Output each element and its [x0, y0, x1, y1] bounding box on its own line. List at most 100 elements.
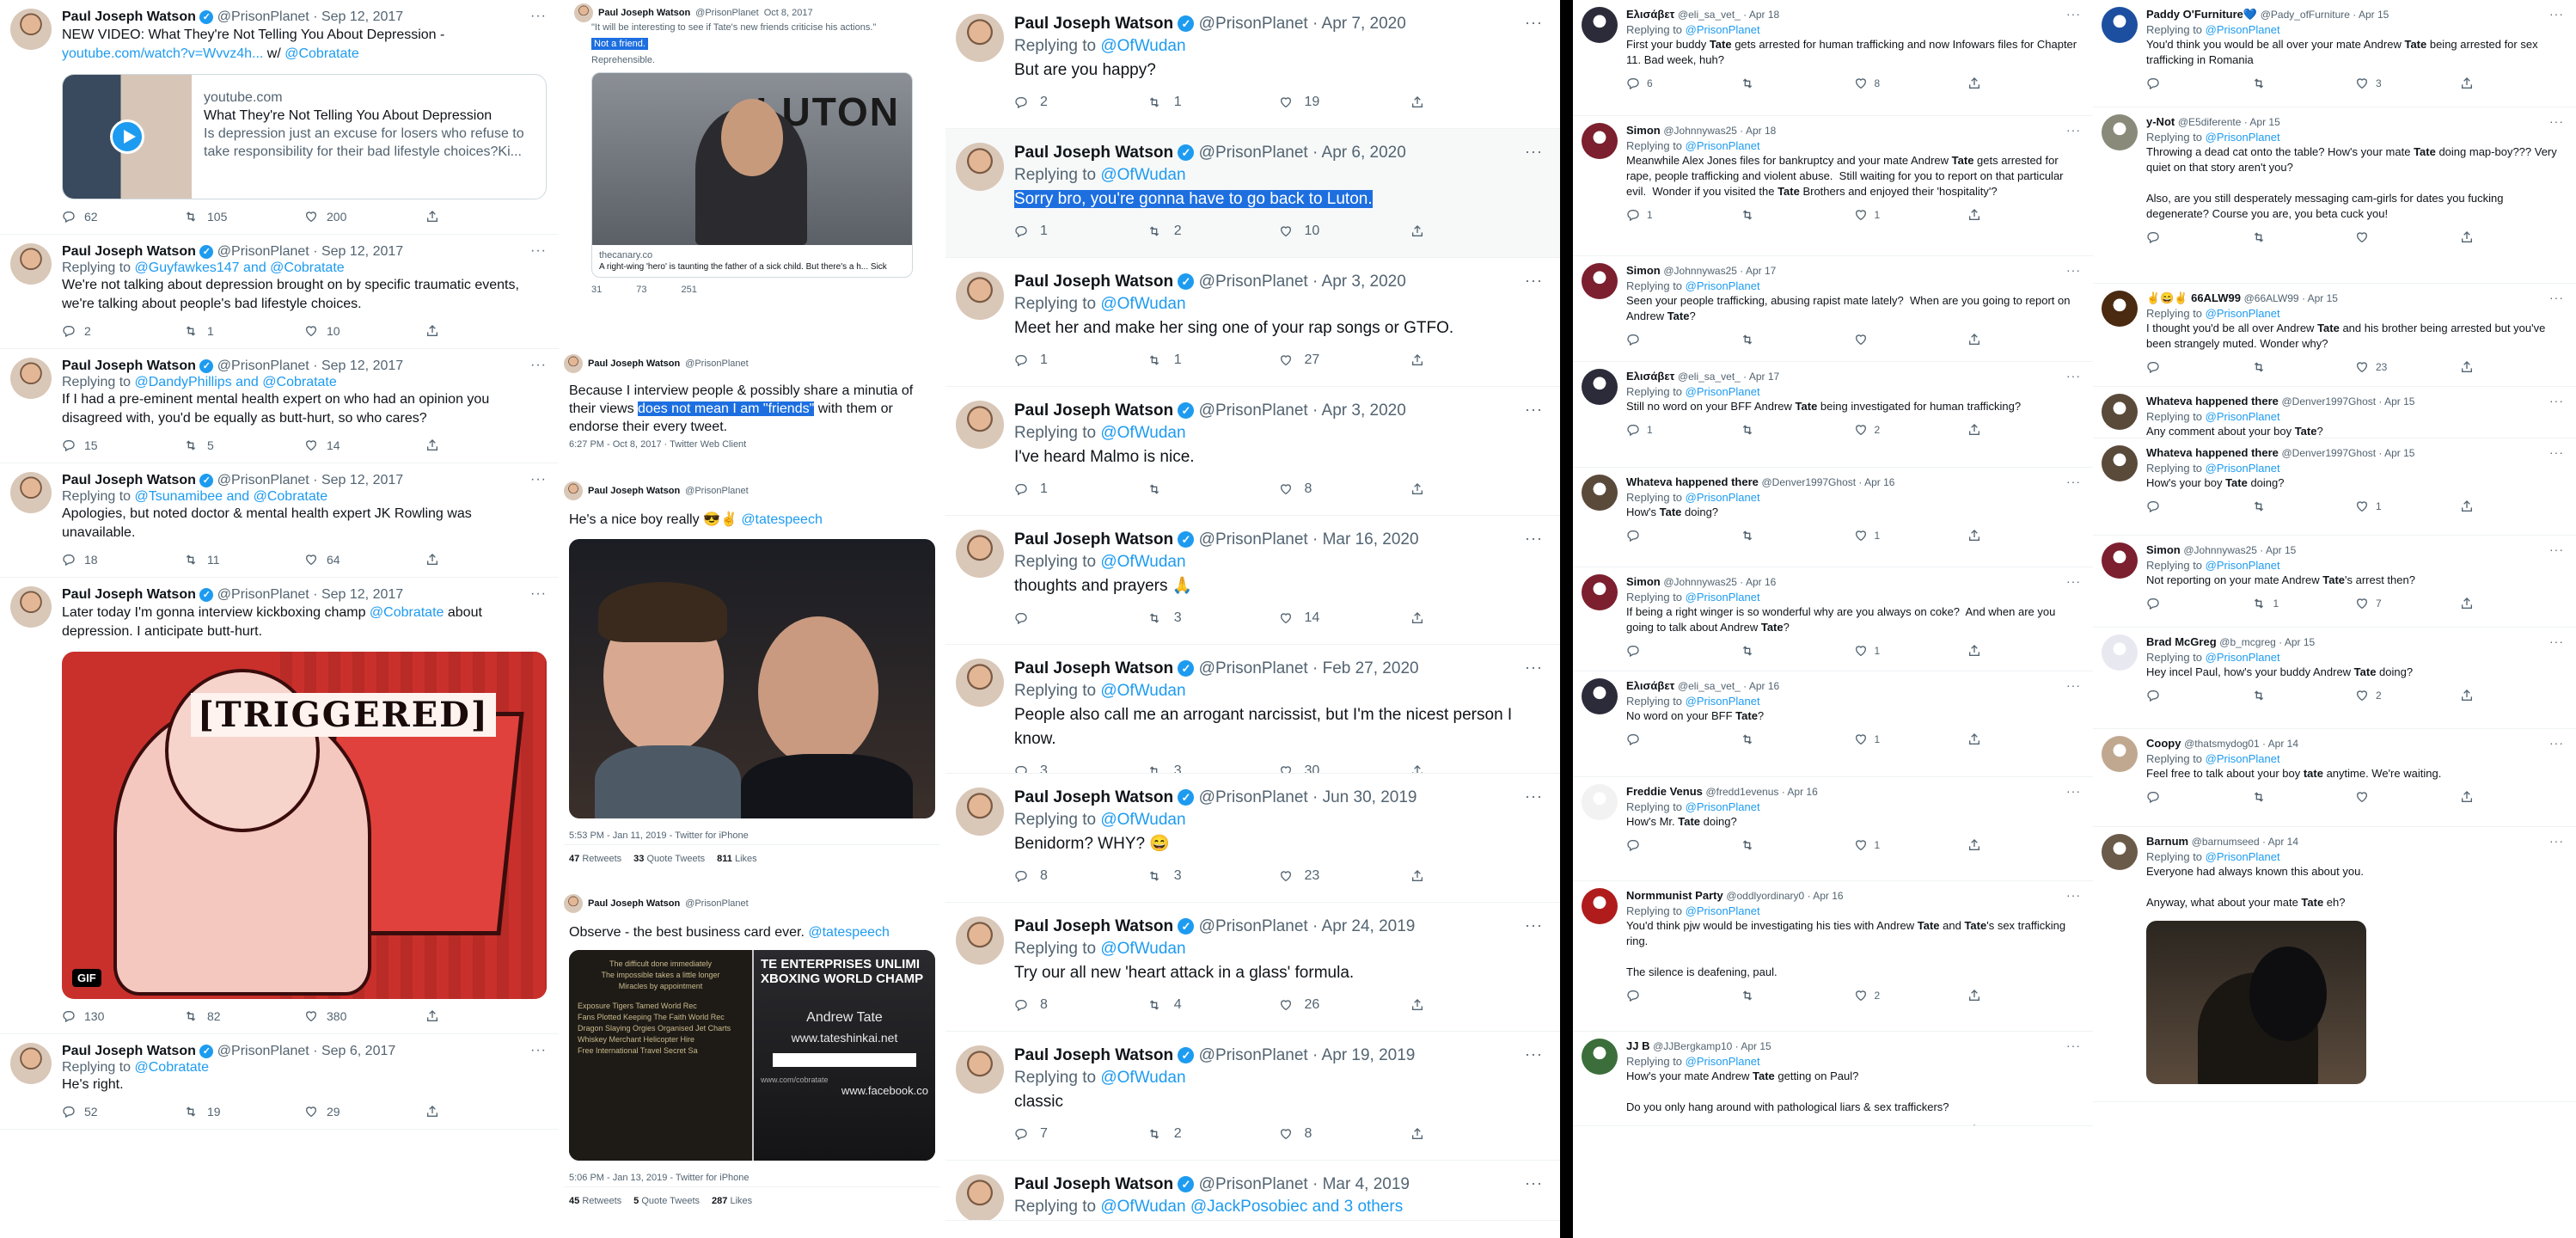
author-name[interactable]: Coopy [2146, 737, 2181, 750]
replying-to-handle[interactable]: @PrisonPlanet [2206, 850, 2280, 863]
more-options-icon[interactable]: ··· [1525, 143, 1543, 161]
avatar[interactable] [2102, 114, 2138, 150]
more-options-icon[interactable]: ··· [2066, 574, 2081, 588]
share-button[interactable] [1410, 998, 1543, 1012]
replying-to-handle[interactable]: @PrisonPlanet [1686, 1055, 1760, 1068]
retweet-button[interactable]: 105 [183, 210, 304, 224]
more-options-icon[interactable]: ··· [530, 243, 547, 259]
retweet-button[interactable]: 82 [183, 1009, 304, 1023]
tweet-date[interactable]: Apr 15 [2384, 395, 2414, 408]
like-button[interactable]: 14 [1279, 610, 1411, 626]
share-button[interactable] [425, 324, 547, 338]
retweet-button[interactable]: 2 [1147, 224, 1279, 239]
author-handle[interactable]: @PrisonPlanet [217, 359, 309, 373]
business-card-photo[interactable]: The difficult done immediately The impos… [569, 950, 935, 1161]
more-options-icon[interactable]: ··· [1525, 530, 1543, 548]
avatar[interactable] [10, 243, 52, 285]
avatar[interactable] [1582, 123, 1618, 159]
author-name[interactable]: Simon [1626, 124, 1661, 137]
author-name[interactable]: Paul Joseph Watson [62, 359, 196, 373]
author-name[interactable]: ✌😄✌ 66ALW99 [2146, 291, 2241, 304]
retweet-button[interactable] [2251, 77, 2356, 90]
arrest-photo[interactable] [2146, 921, 2366, 1084]
more-options-icon[interactable]: ··· [2549, 114, 2564, 128]
author-handle[interactable]: @PrisonPlanet [1199, 401, 1308, 420]
reply-button[interactable]: 7 [1014, 1126, 1147, 1142]
more-options-icon[interactable]: ··· [530, 1043, 547, 1058]
reply-button[interactable] [2146, 597, 2251, 610]
share-button[interactable] [425, 438, 547, 452]
author-handle[interactable]: @Johnnywas25 [1663, 576, 1737, 588]
tweet-date[interactable]: Apr 16 [1813, 890, 1843, 902]
avatar[interactable] [956, 401, 1004, 449]
author-name[interactable]: Paul Joseph Watson [1014, 1046, 1173, 1064]
author-name[interactable]: Paul Joseph Watson [1014, 1175, 1173, 1193]
retweet-button[interactable] [1740, 644, 1853, 658]
reply-button[interactable] [1626, 1124, 1740, 1125]
reply-button[interactable]: 1 [1014, 481, 1147, 497]
avatar[interactable] [574, 3, 593, 22]
tweet-date[interactable]: Apr 14 [2268, 738, 2298, 750]
author-handle[interactable]: @barnumseed [2192, 836, 2260, 848]
reply-button[interactable]: 18 [62, 553, 183, 567]
tweet-date[interactable]: Apr 15 [2384, 447, 2414, 459]
replying-to-handle[interactable]: @PrisonPlanet [2206, 410, 2280, 423]
avatar[interactable] [2102, 634, 2138, 671]
author-name[interactable]: Freddie Venus [1626, 785, 1703, 798]
mention-link[interactable]: @Cobratate [370, 605, 444, 620]
author-name[interactable]: Paul Joseph Watson [1014, 144, 1173, 162]
more-options-icon[interactable]: ··· [2066, 123, 2081, 137]
author-handle[interactable]: @PrisonPlanet [685, 486, 749, 496]
more-options-icon[interactable]: ··· [2066, 1039, 2081, 1052]
avatar[interactable] [1582, 678, 1618, 714]
avatar[interactable] [2102, 394, 2138, 430]
more-options-icon[interactable]: ··· [1525, 272, 1543, 290]
like-button[interactable]: 23 [1279, 868, 1411, 884]
like-button[interactable]: 26 [1279, 997, 1411, 1013]
replying-to-handle[interactable]: @PrisonPlanet [1686, 695, 1760, 708]
author-handle[interactable]: @eli_sa_vet_ [1678, 680, 1741, 692]
tweet-date[interactable]: Sep 12, 2017 [321, 587, 403, 602]
author-handle[interactable]: @JJBergkamp10 [1653, 1040, 1732, 1052]
like-button[interactable]: 27 [1279, 352, 1411, 368]
reply-button[interactable]: 62 [62, 210, 183, 224]
author-name[interactable]: Paul Joseph Watson [62, 1044, 196, 1058]
avatar[interactable] [10, 472, 52, 513]
like-button[interactable]: 380 [304, 1009, 425, 1023]
author-name[interactable]: Paul Joseph Watson [1014, 788, 1173, 806]
retweet-button[interactable] [1740, 529, 1853, 542]
retweet-button[interactable]: 19 [183, 1105, 304, 1118]
author-name[interactable]: Paul Joseph Watson [62, 473, 196, 487]
reply-button[interactable]: 1 [1626, 208, 1740, 222]
author-name[interactable]: Paul Joseph Watson [1014, 659, 1173, 677]
avatar[interactable] [1582, 7, 1618, 43]
share-button[interactable] [1410, 353, 1543, 367]
like-button[interactable]: 1 [1854, 732, 1967, 746]
replying-to-handle[interactable]: @OfWudan [1100, 1069, 1185, 1087]
avatar[interactable] [10, 358, 52, 399]
share-button[interactable] [425, 1009, 547, 1023]
stat[interactable]: 45 Retweets [569, 1196, 621, 1206]
more-options-icon[interactable]: ··· [2066, 369, 2081, 383]
retweet-button[interactable]: 3 [1147, 763, 1279, 773]
author-name[interactable]: Paul Joseph Watson [598, 8, 690, 18]
share-button[interactable] [1967, 208, 2081, 222]
reply-button[interactable]: 8 [1014, 997, 1147, 1013]
replying-to-handle[interactable]: @PrisonPlanet [2206, 462, 2280, 475]
reply-button[interactable] [2146, 230, 2251, 244]
author-handle[interactable]: @thatsmydog01 [2184, 738, 2260, 750]
retweet-button[interactable]: 4 [1147, 997, 1279, 1013]
tweet-date[interactable]: Sep 12, 2017 [321, 244, 403, 259]
like-button[interactable]: 2 [1854, 989, 1967, 1002]
replying-to-handle[interactable]: @PrisonPlanet [1686, 491, 1760, 504]
replying-to-handle[interactable]: @PrisonPlanet [2206, 559, 2280, 572]
retweet-button[interactable]: 1 [2251, 597, 2356, 610]
author-handle[interactable]: @PrisonPlanet [1199, 659, 1308, 677]
tweet-date[interactable]: Apr 16 [1749, 680, 1779, 692]
author-name[interactable]: Ελισάβετ [1626, 370, 1674, 383]
tweet-date[interactable]: Apr 16 [1746, 576, 1776, 588]
author-handle[interactable]: @PrisonPlanet [217, 244, 309, 259]
replying-to-handle[interactable]: @PrisonPlanet [2206, 131, 2280, 144]
like-button[interactable]: 64 [304, 553, 425, 567]
tweet-date[interactable]: Mar 4, 2019 [1323, 1175, 1410, 1193]
